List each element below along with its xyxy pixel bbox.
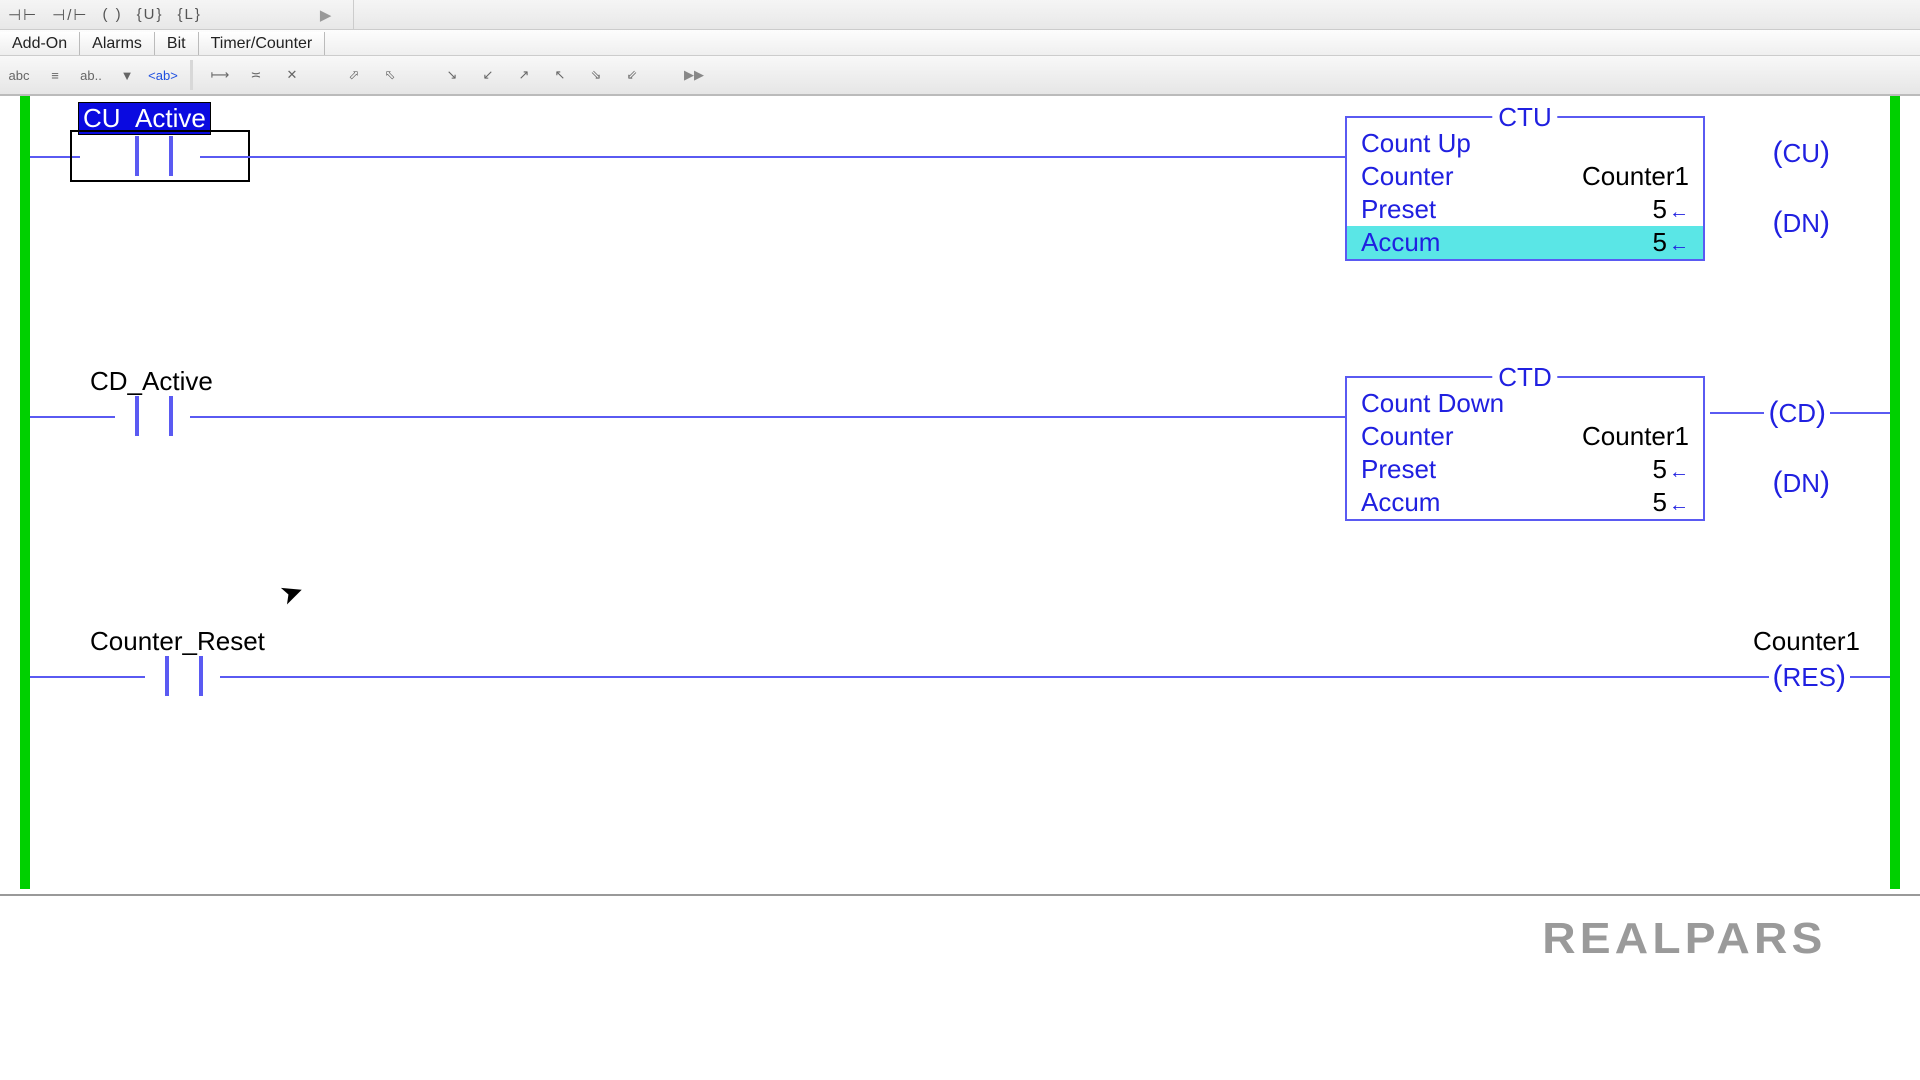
tool-g-icon[interactable]: ↙ — [475, 62, 501, 88]
ctu-counter-value[interactable]: Counter1 — [1582, 161, 1689, 192]
wire — [30, 156, 80, 158]
expand-arrow-icon[interactable]: ▶ — [320, 6, 334, 24]
tool-c-icon[interactable]: ✕ — [279, 62, 305, 88]
ctd-accum-value[interactable]: 5← — [1653, 487, 1689, 518]
contact-label-counter-reset[interactable]: Counter_Reset — [90, 626, 265, 657]
cd-output-coil[interactable]: (CD) — [1764, 396, 1830, 430]
rung-ctd[interactable]: CD_Active CTD Count Down Counter Counter… — [30, 356, 1890, 616]
tab-addon[interactable]: Add-On — [0, 32, 80, 55]
ctd-counter-label: Counter — [1361, 421, 1454, 452]
ctd-preset-value[interactable]: 5← — [1653, 454, 1689, 485]
ctu-instruction-block[interactable]: CTU Count Up Counter Counter1 Preset 5← … — [1345, 116, 1705, 261]
ctu-preset-value[interactable]: 5← — [1653, 194, 1689, 225]
tab-alarms[interactable]: Alarms — [80, 32, 155, 55]
ctu-name: Count Up — [1361, 128, 1471, 159]
ctu-counter-label: Counter — [1361, 161, 1454, 192]
dn1-output-bg3 — [1708, 208, 1750, 236]
dn2-output-bg2 — [1860, 468, 1890, 496]
tool-ab-icon[interactable]: ab.. — [78, 62, 104, 88]
ctu-title: CTU — [1492, 102, 1557, 133]
tool-a-icon[interactable]: ⟼ — [207, 62, 233, 88]
tool-f-icon[interactable]: ↘ — [439, 62, 465, 88]
ctd-title: CTD — [1492, 362, 1557, 393]
edit-toolbar[interactable]: abc ≡ ab.. ▼ <ab> ⟼ ≍ ✕ ⬀ ⬁ ↘ ↙ ↗ ↖ ⇘ ⇙ … — [0, 56, 1920, 96]
rung-res[interactable]: Counter_Reset Counter1 (RES) — [30, 616, 1890, 796]
wire — [190, 416, 1345, 418]
tool-j-icon[interactable]: ⇘ — [583, 62, 609, 88]
glyph-otl[interactable]: {L} — [177, 6, 201, 23]
tool-abc-icon[interactable]: abc — [6, 62, 32, 88]
ctd-preset-label: Preset — [1361, 454, 1436, 485]
contact-label-cd-active[interactable]: CD_Active — [90, 366, 213, 397]
right-power-rail — [1890, 96, 1900, 889]
ctd-name: Count Down — [1361, 388, 1504, 419]
tool-tag-icon[interactable]: <ab> — [150, 62, 176, 88]
tool-run-icon[interactable]: ▶▶ — [681, 62, 707, 88]
dn1-output-bg2 — [1860, 208, 1890, 236]
res-target-label: Counter1 — [1753, 626, 1860, 657]
tool-eq-icon[interactable]: ≡ — [42, 62, 68, 88]
ctu-accum-label: Accum — [1361, 227, 1440, 258]
ctd-instruction-block[interactable]: CTD Count Down Counter Counter1 Preset 5… — [1345, 376, 1705, 521]
tool-d-icon[interactable]: ⬀ — [341, 62, 367, 88]
tool-h-icon[interactable]: ↗ — [511, 62, 537, 88]
glyph-ote[interactable]: ( ) — [102, 6, 122, 23]
dn2-output-bg3 — [1708, 468, 1750, 496]
ctu-preset-label: Preset — [1361, 194, 1436, 225]
wire — [30, 416, 115, 418]
instruction-tabs[interactable]: Add-On Alarms Bit Timer/Counter — [0, 30, 1920, 56]
tool-e-icon[interactable]: ⬁ — [377, 62, 403, 88]
wire — [30, 676, 145, 678]
tab-timer[interactable]: Timer/Counter — [199, 32, 326, 55]
watermark-logo: REALPARS — [1542, 914, 1826, 964]
ladder-editor[interactable]: CU_Active CTU Count Up Counter Counter1 — [0, 96, 1920, 896]
wire — [220, 676, 1890, 678]
wire — [200, 156, 1345, 158]
cu-output-coil[interactable]: (CU) — [1772, 136, 1830, 170]
dn1-output-coil[interactable]: (DN) — [1772, 206, 1830, 240]
ctd-accum-label: Accum — [1361, 487, 1440, 518]
contact-label-cu-active[interactable]: CU_Active — [78, 102, 211, 135]
ctd-counter-value[interactable]: Counter1 — [1582, 421, 1689, 452]
element-toolbar[interactable]: ⊣⊢ ⊣/⊢ ( ) {U} {L} ▶ — [0, 0, 1920, 30]
tool-drop-icon[interactable]: ▼ — [114, 62, 140, 88]
tool-k-icon[interactable]: ⇙ — [619, 62, 645, 88]
ctu-accum-value[interactable]: 5← — [1653, 227, 1689, 258]
rung-ctu[interactable]: CU_Active CTU Count Up Counter Counter1 — [30, 96, 1890, 356]
tab-bit[interactable]: Bit — [155, 32, 199, 55]
dn2-output-coil[interactable]: (DN) — [1772, 466, 1830, 500]
tool-b-icon[interactable]: ≍ — [243, 62, 269, 88]
glyph-xic[interactable]: ⊣⊢ — [8, 6, 38, 24]
glyph-xio[interactable]: ⊣/⊢ — [52, 6, 88, 24]
tool-i-icon[interactable]: ↖ — [547, 62, 573, 88]
glyph-otu[interactable]: {U} — [137, 6, 164, 23]
left-power-rail — [20, 96, 30, 889]
res-output-coil[interactable]: (RES) — [1769, 660, 1850, 694]
